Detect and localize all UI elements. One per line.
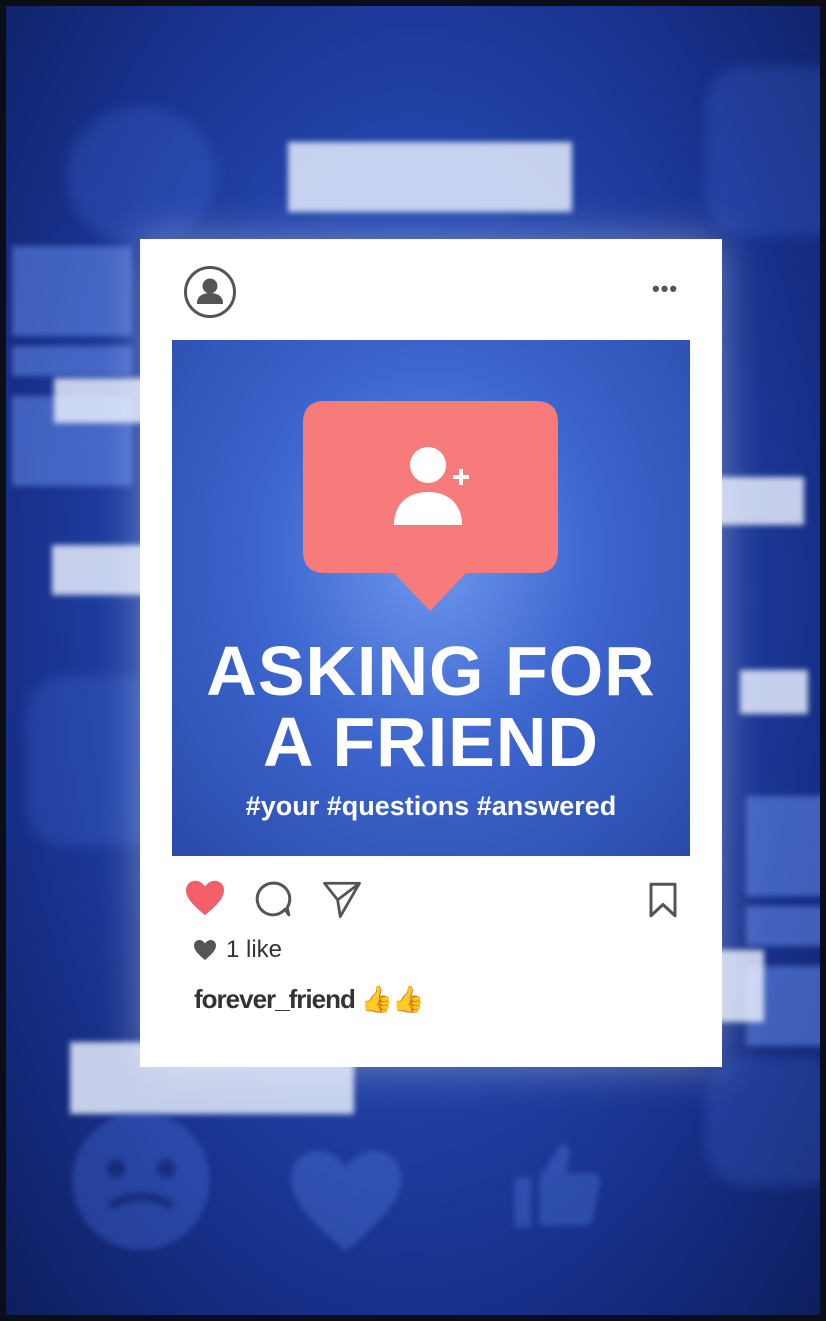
likes-text: 1 like (226, 936, 283, 963)
bg-blurred-label (288, 142, 572, 212)
small-heart-icon (194, 940, 216, 960)
poster-frame: ••• ASKING FOR A FRIEND #your #questions… (0, 0, 826, 1321)
hashtags: #your #questions #answered (245, 791, 617, 821)
caption-username[interactable]: forever_friend (194, 984, 356, 1015)
likes-count[interactable]: 1 like (192, 936, 282, 964)
headline-line2: A FRIEND (263, 703, 599, 781)
bookmark-icon[interactable] (648, 882, 678, 918)
bg-block (12, 246, 132, 336)
heart-icon[interactable] (184, 879, 226, 917)
bg-thumbs-up-icon (514, 1144, 601, 1228)
bg-reaction-blob (706, 1056, 820, 1186)
bg-block (12, 346, 132, 376)
bg-emoji-blob (66, 106, 216, 246)
notification-bubble (303, 401, 558, 611)
bg-block (746, 796, 820, 896)
headline-line1: ASKING FOR (206, 632, 656, 710)
bg-blurred-label (740, 670, 808, 714)
share-icon[interactable] (320, 878, 364, 920)
bg-reaction-blob (706, 66, 820, 236)
user-avatar-icon[interactable] (183, 265, 237, 319)
bg-emoji-icon (72, 1112, 210, 1250)
comment-icon[interactable] (253, 879, 293, 919)
caption: forever_friend 👍👍 (194, 984, 425, 1015)
post-card: ••• ASKING FOR A FRIEND #your #questions… (140, 239, 722, 1067)
thumbs-up-emoji: 👍👍 (360, 984, 425, 1014)
bg-heart-icon (291, 1151, 401, 1251)
more-options-icon[interactable]: ••• (652, 278, 678, 300)
bg-block (746, 906, 820, 946)
post-image: ASKING FOR A FRIEND #your #questions #an… (172, 340, 690, 856)
